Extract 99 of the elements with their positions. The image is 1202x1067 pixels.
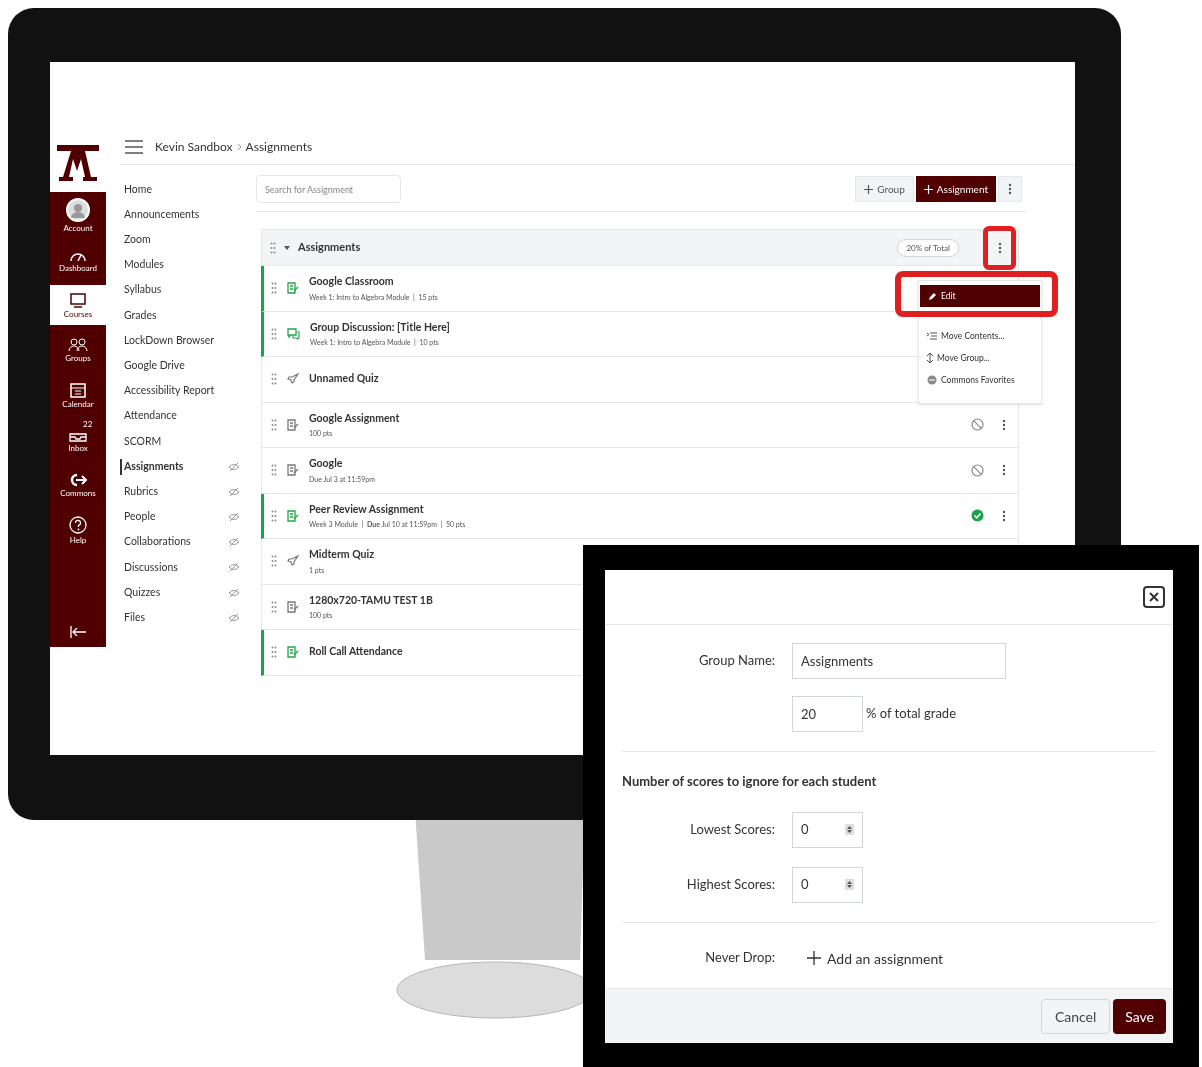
indent-icon <box>927 332 937 340</box>
course-nav-link[interactable]: SCORM <box>120 433 162 450</box>
global-nav-item[interactable]: Courses <box>50 285 106 325</box>
assignment-title[interactable]: Google Assignment <box>309 410 400 427</box>
course-nav-link[interactable]: Collaborations <box>120 534 191 551</box>
plus-icon <box>807 951 821 965</box>
drag-handle-icon[interactable] <box>271 646 277 659</box>
add-assignment-link[interactable]: Add an assignment <box>807 947 944 969</box>
course-nav-link[interactable]: Announcements <box>120 206 200 223</box>
weight-badge: 20% of Total <box>897 238 959 257</box>
share-icon <box>927 375 937 385</box>
course-nav-link[interactable]: Attendance <box>120 408 177 425</box>
group-title: Assignments <box>298 239 361 256</box>
breadcrumb-current: Assignments <box>245 138 313 156</box>
assignment-title[interactable]: 1280x720-TAMU TEST 1B <box>309 592 433 609</box>
more-options-icon[interactable] <box>1002 464 1006 477</box>
assignment-title[interactable]: Roll Call Attendance <box>309 644 403 661</box>
drag-handle-icon[interactable] <box>271 600 277 613</box>
course-nav-link[interactable]: Syllabus <box>120 282 162 299</box>
course-nav-link[interactable]: Quizzes <box>120 584 161 601</box>
close-button[interactable] <box>1143 586 1165 608</box>
avatar-icon <box>66 198 90 222</box>
menu-icon[interactable] <box>125 140 143 154</box>
field-label: Highest Scores: <box>685 874 776 894</box>
weight-field[interactable]: 20 <box>792 696 863 732</box>
field-label: Never Drop: <box>704 948 776 968</box>
pencil-icon <box>928 291 937 301</box>
computer-icon <box>70 292 86 308</box>
group-options-button[interactable] <box>983 225 1016 270</box>
breadcrumb-link[interactable]: Kevin Sandbox <box>155 138 233 156</box>
document-icon <box>287 509 299 522</box>
course-nav-link[interactable]: Accessibility Report <box>120 383 215 399</box>
course-nav-link[interactable]: Assignments <box>120 458 184 475</box>
add-assignment-button[interactable]: Assignment <box>915 176 996 202</box>
plus-icon <box>923 184 933 194</box>
spinner-icon[interactable] <box>845 824 854 835</box>
course-nav-link[interactable]: Files <box>120 609 145 626</box>
drag-handle-icon[interactable] <box>271 282 277 295</box>
more-options-icon <box>997 241 1002 254</box>
close-icon <box>1149 592 1159 602</box>
unpublished-icon[interactable] <box>971 418 984 432</box>
document-icon <box>287 418 299 431</box>
assignment-title[interactable]: Group Discussion: [Title Here] <box>310 319 450 336</box>
lowest-scores-field[interactable]: 0 <box>792 811 863 848</box>
assignment-title[interactable]: Peer Review Assignment <box>309 501 424 518</box>
drag-handle-icon[interactable] <box>271 418 277 431</box>
field-label: Group Name: <box>697 651 776 671</box>
course-nav-link[interactable]: Rubrics <box>120 483 158 500</box>
assignment-title[interactable]: Unnamed Quiz <box>309 371 379 388</box>
menu-item[interactable]: Edit <box>920 285 1040 307</box>
more-options-icon[interactable] <box>1002 418 1006 431</box>
collapse-icon[interactable] <box>70 626 86 638</box>
cancel-button[interactable]: Cancel <box>1040 998 1111 1034</box>
weight-suffix: % of total grade <box>866 704 956 724</box>
up-down-arrow-icon <box>927 353 933 363</box>
course-nav-link[interactable]: Grades <box>120 307 157 324</box>
rocket-icon <box>287 555 299 568</box>
drag-handle-icon[interactable] <box>271 555 277 568</box>
course-nav-link[interactable]: Discussions <box>120 559 178 576</box>
unread-count: 22 <box>83 420 93 428</box>
section-heading: Number of scores to ignore for each student <box>622 772 878 791</box>
plus-icon <box>864 184 874 194</box>
add-group-button[interactable]: Group <box>855 176 914 202</box>
course-nav-link[interactable]: Modules <box>120 257 164 274</box>
help-icon <box>69 516 87 534</box>
course-nav-link[interactable]: Zoom <box>120 232 151 248</box>
calendar-icon <box>70 382 86 398</box>
document-icon <box>287 282 299 295</box>
drag-handle-icon[interactable] <box>271 373 277 386</box>
spinner-icon[interactable] <box>845 879 854 890</box>
people-icon <box>68 338 88 352</box>
published-icon[interactable] <box>971 509 984 523</box>
group-name-field[interactable]: Assignments <box>792 643 1006 679</box>
chat-icon <box>287 327 300 340</box>
course-nav-link[interactable]: Google Drive <box>120 358 185 374</box>
document-icon <box>287 464 299 477</box>
rocket-icon <box>287 373 299 386</box>
drag-handle-icon[interactable] <box>270 241 276 254</box>
drag-handle-icon[interactable] <box>271 327 277 340</box>
more-options-icon[interactable] <box>1002 509 1006 522</box>
drag-handle-icon[interactable] <box>271 509 277 522</box>
assignment-title[interactable]: Google <box>309 456 343 472</box>
save-button[interactable]: Save <box>1113 998 1166 1034</box>
highest-scores-field[interactable]: 0 <box>792 866 863 903</box>
more-options-icon <box>1008 183 1012 195</box>
unpublished-icon[interactable] <box>971 463 984 477</box>
document-icon <box>287 646 299 659</box>
caret-icon[interactable] <box>284 244 290 251</box>
assignment-title[interactable]: Google Classroom <box>309 274 394 290</box>
chevron-icon <box>236 143 242 151</box>
arrow-icon <box>69 473 87 487</box>
course-nav-link[interactable]: People <box>120 509 156 525</box>
field-label: Lowest Scores: <box>689 819 776 839</box>
course-nav-link[interactable]: Home <box>120 181 152 198</box>
assignment-title[interactable]: Midterm Quiz <box>309 547 375 563</box>
search-field[interactable]: Search for Assignment <box>256 175 401 203</box>
course-nav-link[interactable]: LockDown Browser <box>120 332 215 349</box>
drag-handle-icon[interactable] <box>271 464 277 477</box>
document-icon <box>287 600 299 613</box>
